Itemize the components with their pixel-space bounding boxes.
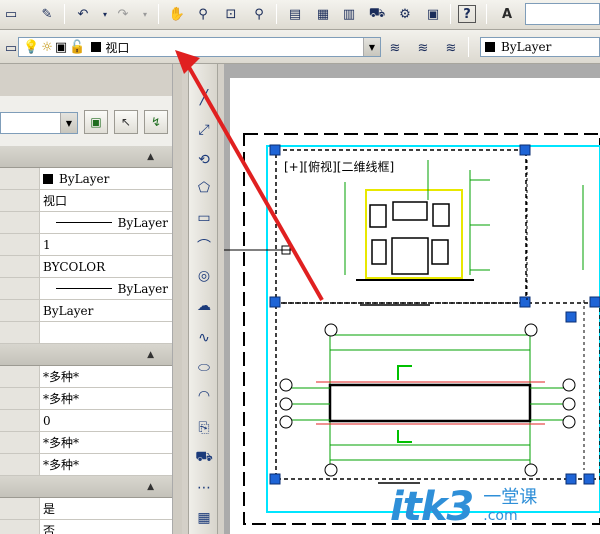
ellipse-icon[interactable]: ⬭ — [192, 356, 216, 380]
markup-icon[interactable]: ⛟ — [366, 3, 388, 25]
property-row[interactable]: 1 — [0, 234, 172, 256]
toggle-pickadd-icon[interactable]: ▣ — [84, 110, 108, 134]
sheet-set-icon[interactable]: ⚙ — [394, 3, 416, 25]
layer-color-swatch — [91, 42, 102, 52]
property-row[interactable]: *多种* — [0, 366, 172, 388]
layer-unlock-icon: 🔓 — [69, 39, 86, 55]
chevron-down-icon[interactable]: ▼ — [363, 38, 380, 56]
layer-viewport-freeze-icon: ▣ — [54, 39, 68, 55]
property-row[interactable]: *多种* — [0, 388, 172, 410]
section-misc-header[interactable]: ▲ — [0, 476, 172, 498]
layers-toolbar: ▭ 💡 ☼ ▣ 🔓 视口 ▼ ≋ ≋ ≋ ByLayer — [0, 30, 600, 64]
watermark-domain: .com — [483, 508, 518, 524]
line-icon[interactable]: ╱ — [192, 86, 216, 110]
property-row[interactable]: ByLayer — [0, 168, 172, 190]
section-geometry-header[interactable]: ▲ — [0, 344, 172, 366]
zoom-realtime-icon[interactable]: ⚲ — [192, 3, 214, 25]
section-general-header[interactable]: ▲ — [0, 146, 172, 168]
layer-on-icon: 💡 — [23, 39, 40, 55]
circle-icon[interactable]: ◎ — [192, 264, 216, 288]
property-row[interactable] — [0, 322, 172, 344]
properties-scrollbar[interactable] — [172, 64, 182, 534]
properties-palette: ▼ ▣ ↖ ↯ ▲ ByLayer 视口 ByLayer 1 BYCOLOR B… — [0, 64, 182, 534]
insert-block-icon[interactable]: ⎘ — [192, 416, 216, 440]
make-block-icon[interactable]: ⛟ — [192, 446, 216, 470]
color-swatch — [485, 42, 495, 52]
layout-paper — [230, 78, 600, 534]
object-type-combo[interactable]: ▼ — [0, 112, 78, 134]
collapse-icon[interactable]: ▲ — [147, 482, 154, 492]
property-row[interactable]: *多种* — [0, 432, 172, 454]
linetype-sample — [55, 222, 112, 223]
quick-select-icon[interactable]: ↯ — [144, 110, 168, 134]
arc-icon[interactable]: ⌒ — [192, 234, 216, 258]
design-center-icon[interactable]: ▦ — [312, 3, 334, 25]
property-grid: ▲ ByLayer 视口 ByLayer 1 BYCOLOR ByLayer B… — [0, 146, 172, 534]
property-row[interactable]: BYCOLOR — [0, 256, 172, 278]
property-row[interactable]: 是 — [0, 498, 172, 520]
property-row[interactable]: *多种* — [0, 454, 172, 476]
make-object-layer-current-icon[interactable]: ≋ — [384, 37, 406, 59]
text-style-field[interactable] — [525, 3, 600, 25]
redo-icon[interactable]: ↷ — [112, 3, 134, 25]
polygon-icon[interactable]: ⬠ — [192, 176, 216, 200]
property-row[interactable]: ByLayer — [0, 278, 172, 300]
color-control-value: ByLayer — [501, 40, 552, 54]
layer-states-icon[interactable]: ≋ — [440, 37, 462, 59]
layer-combo[interactable]: 💡 ☼ ▣ 🔓 视口 ▼ — [18, 37, 381, 57]
polyline-icon[interactable]: ⟲ — [192, 148, 216, 172]
standard-toolbar: ▭ ✎ ↶ ▾ ↷ ▾ ✋ ⚲ ⊡ ⚲ ▤ ▦ ▥ ⛟ ⚙ ▣ ? A — [0, 0, 600, 30]
property-row[interactable]: ByLayer — [0, 212, 172, 234]
ellipse-arc-icon[interactable]: ◠ — [192, 384, 216, 408]
drawing-area[interactable] — [224, 64, 600, 534]
layer-thaw-icon: ☼ — [41, 39, 53, 55]
properties-icon[interactable]: ▤ — [284, 3, 306, 25]
point-icon[interactable]: ⋯ — [192, 476, 216, 500]
rectangle-icon[interactable]: ▭ — [192, 206, 216, 230]
property-row[interactable]: 0 — [0, 410, 172, 432]
pan-icon[interactable]: ✋ — [166, 3, 188, 25]
xline-icon[interactable]: ⤢ — [192, 118, 216, 142]
color-control-combo[interactable]: ByLayer — [480, 37, 600, 57]
layer-previous-icon[interactable]: ≋ — [412, 37, 434, 59]
hatch-icon[interactable]: ▦ — [192, 506, 216, 530]
collapse-icon[interactable]: ▲ — [147, 350, 154, 360]
zoom-window-icon[interactable]: ⊡ — [220, 3, 242, 25]
watermark-brand: itk3 — [390, 484, 474, 530]
collapse-icon[interactable]: ▲ — [147, 152, 154, 162]
calculator-icon[interactable]: ▣ — [422, 3, 444, 25]
save-icon[interactable]: ✎ — [36, 3, 58, 25]
tool-palettes-icon[interactable]: ▥ — [338, 3, 360, 25]
select-objects-icon[interactable]: ↖ — [114, 110, 138, 134]
watermark: itk3 一堂课 .com — [390, 480, 600, 534]
spline-icon[interactable]: ∿ — [192, 326, 216, 350]
property-row[interactable]: 否 — [0, 520, 172, 534]
draw-toolbar: ╱ ⤢ ⟲ ⬠ ▭ ⌒ ◎ ☁ ∿ ⬭ ◠ ⎘ ⛟ ⋯ ▦ — [188, 64, 218, 534]
color-swatch — [43, 173, 53, 184]
properties-header — [0, 64, 182, 96]
revision-cloud-icon[interactable]: ☁ — [192, 294, 216, 318]
help-icon[interactable]: ? — [458, 5, 476, 23]
chevron-down-icon[interactable]: ▼ — [60, 113, 77, 133]
text-style-icon[interactable]: A — [496, 3, 518, 25]
property-row[interactable]: 视口 — [0, 190, 172, 212]
lineweight-sample — [55, 288, 112, 289]
watermark-cn: 一堂课 — [483, 487, 538, 508]
folder-icon[interactable]: ▭ — [0, 3, 22, 25]
current-layer-name: 视口 — [105, 40, 130, 55]
autocad-window: ▭ ✎ ↶ ▾ ↷ ▾ ✋ ⚲ ⊡ ⚲ ▤ ▦ ▥ ⛟ ⚙ ▣ ? A ▭ 💡 … — [0, 0, 600, 534]
viewport-label[interactable]: [+][俯视][二维线框] — [284, 158, 394, 175]
undo-icon[interactable]: ↶ — [72, 3, 94, 25]
zoom-previous-icon[interactable]: ⚲ — [248, 3, 270, 25]
redo-dropdown-icon[interactable]: ▾ — [134, 3, 156, 25]
property-row[interactable]: ByLayer — [0, 300, 172, 322]
